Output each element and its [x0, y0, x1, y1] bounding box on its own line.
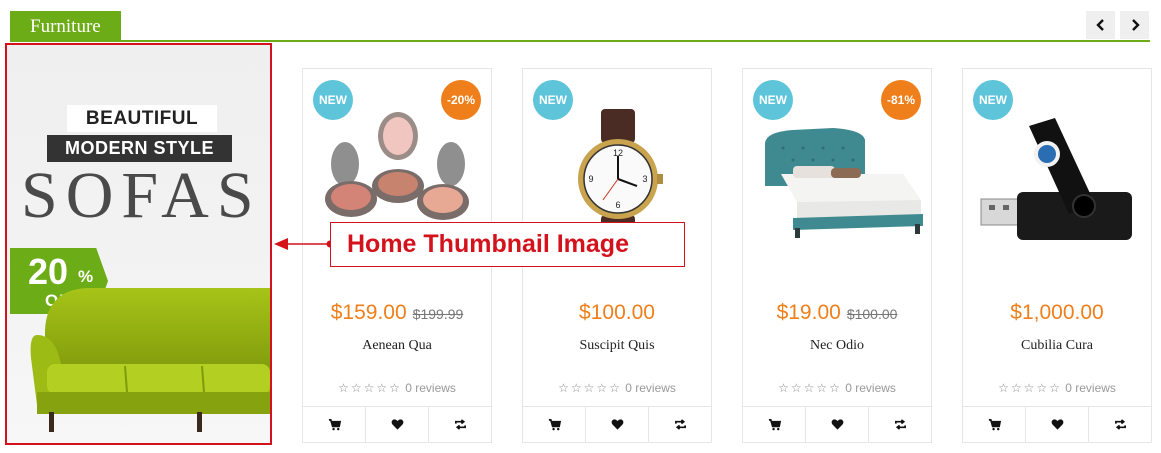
product-card[interactable]: NEW $1,000.00 Cubilia Cura ☆☆☆☆☆ 0 revie…	[962, 68, 1152, 443]
banner-line-beautiful: BEAUTIFUL	[67, 105, 217, 132]
product-actions	[743, 406, 931, 442]
cart-icon	[988, 419, 1001, 431]
heart-icon	[611, 419, 623, 430]
green-sofa-image	[30, 288, 270, 432]
reviews-count[interactable]: 0 reviews	[405, 381, 456, 395]
carousel-prev-button[interactable]	[1086, 11, 1115, 39]
heart-icon	[1051, 419, 1063, 430]
reviews-count[interactable]: 0 reviews	[845, 381, 896, 395]
add-to-cart-button[interactable]	[523, 407, 586, 442]
product-price: $1,000.00	[1010, 301, 1104, 324]
rating-stars-icon: ☆☆☆☆☆	[338, 381, 402, 395]
cart-icon	[328, 419, 341, 431]
banner-line-sofas: SOFAS	[21, 159, 262, 232]
compare-icon	[674, 419, 686, 430]
product-name[interactable]: Suscipit Quis	[523, 338, 711, 354]
category-tab-title: Furniture	[10, 11, 121, 42]
price-row: $159.00 $199.99	[303, 301, 491, 325]
product-price: $159.00	[330, 301, 407, 324]
add-to-cart-button[interactable]	[963, 407, 1026, 442]
compare-button[interactable]	[429, 407, 491, 442]
reviews-count[interactable]: 0 reviews	[1065, 381, 1116, 395]
product-old-price: $100.00	[846, 306, 898, 322]
reviews-count[interactable]: 0 reviews	[625, 381, 676, 395]
price-row: $1,000.00	[963, 301, 1151, 325]
compare-icon	[454, 419, 466, 430]
svg-text:6: 6	[615, 200, 620, 210]
add-to-wishlist-button[interactable]	[1026, 407, 1089, 442]
annotation-arrow-icon	[274, 238, 334, 250]
chevron-left-icon	[1095, 19, 1104, 31]
product-name[interactable]: Cubilia Cura	[963, 338, 1151, 354]
product-actions	[523, 406, 711, 442]
product-rating: ☆☆☆☆☆ 0 reviews	[963, 381, 1151, 395]
product-rating: ☆☆☆☆☆ 0 reviews	[523, 381, 711, 395]
carousel-next-button[interactable]	[1120, 11, 1149, 39]
heart-icon	[391, 419, 403, 430]
add-to-cart-button[interactable]	[743, 407, 806, 442]
chevron-right-icon	[1131, 19, 1140, 31]
header-divider	[10, 40, 1150, 42]
bed-image[interactable]	[753, 104, 923, 254]
product-name[interactable]: Nec Odio	[743, 338, 931, 354]
product-rating: ☆☆☆☆☆ 0 reviews	[743, 381, 931, 395]
product-price: $19.00	[776, 301, 841, 324]
svg-text:3: 3	[642, 174, 647, 184]
product-old-price: $199.99	[412, 306, 464, 322]
compare-button[interactable]	[649, 407, 711, 442]
add-to-wishlist-button[interactable]	[806, 407, 869, 442]
svg-text:9: 9	[588, 174, 593, 184]
rating-stars-icon: ☆☆☆☆☆	[778, 381, 842, 395]
price-row: $100.00	[523, 301, 711, 325]
product-price: $100.00	[579, 301, 655, 324]
usb-flash-drive-image[interactable]	[973, 104, 1143, 254]
product-rating: ☆☆☆☆☆ 0 reviews	[303, 381, 491, 395]
product-card[interactable]: NEW -81% $19.00 $100.00 Nec Odio ☆☆☆☆☆ 0 …	[742, 68, 932, 443]
rating-stars-icon: ☆☆☆☆☆	[558, 381, 622, 395]
compare-button[interactable]	[869, 407, 931, 442]
rating-stars-icon: ☆☆☆☆☆	[998, 381, 1062, 395]
cart-icon	[768, 419, 781, 431]
product-actions	[303, 406, 491, 442]
annotation-label: Home Thumbnail Image	[330, 222, 685, 267]
home-thumbnail-banner[interactable]: BEAUTIFUL MODERN STYLE SOFAS 20 % OFF	[5, 43, 272, 445]
compare-icon	[1114, 419, 1126, 430]
add-to-wishlist-button[interactable]	[586, 407, 649, 442]
heart-icon	[831, 419, 843, 430]
add-to-wishlist-button[interactable]	[366, 407, 429, 442]
price-row: $19.00 $100.00	[743, 301, 931, 325]
product-actions	[963, 406, 1151, 442]
compare-button[interactable]	[1089, 407, 1151, 442]
product-name[interactable]: Aenean Qua	[303, 338, 491, 354]
add-to-cart-button[interactable]	[303, 407, 366, 442]
cart-icon	[548, 419, 561, 431]
compare-icon	[894, 419, 906, 430]
